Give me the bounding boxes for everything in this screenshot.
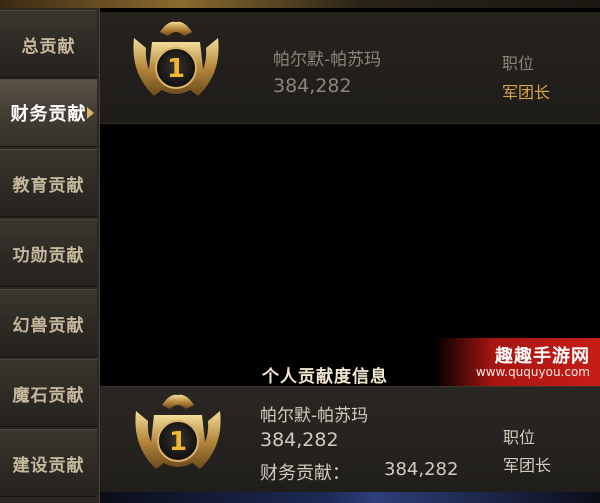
- tab-label: 财务贡献: [10, 104, 87, 125]
- ranking-row[interactable]: 1 帕尔默-帕苏玛 384,282 职位 军团长: [100, 12, 600, 124]
- position-value: 军团长: [503, 456, 552, 475]
- position-value: 军团长: [502, 83, 551, 102]
- tab-label: 功勋贡献: [12, 245, 85, 266]
- tab-label: 总贡献: [21, 36, 76, 57]
- finance-contribution-label: 财务贡献：: [260, 463, 350, 484]
- rank-number: 1: [169, 427, 187, 457]
- rank-badge-icon: 1: [135, 394, 221, 469]
- position-label: 职位: [503, 428, 536, 447]
- watermark-url: www.ququyou.com: [475, 365, 590, 379]
- player-name: 帕尔默-帕苏玛: [260, 406, 369, 426]
- tab-label: 建设贡献: [12, 455, 85, 476]
- tab-finance-contribution[interactable]: 财务贡献: [0, 79, 97, 147]
- player-score: 384,282: [260, 429, 339, 451]
- personal-contribution-title: 个人贡献度信息: [262, 367, 388, 387]
- tab-merit-contribution[interactable]: 功勋贡献: [0, 219, 97, 287]
- tab-education-contribution[interactable]: 教育贡献: [0, 149, 97, 217]
- active-arrow-icon: [87, 107, 94, 119]
- player-name: 帕尔默-帕苏玛: [273, 50, 382, 70]
- finance-contribution-value: 384,282: [384, 459, 459, 480]
- rank-number: 1: [167, 54, 185, 84]
- site-watermark: 趣趣手游网 www.ququyou.com: [434, 338, 600, 386]
- top-decor-strip: [0, 0, 600, 8]
- tab-magicstone-contribution[interactable]: 魔石贡献: [0, 359, 97, 427]
- position-label: 职位: [502, 54, 535, 73]
- player-score: 384,282: [273, 75, 352, 97]
- tab-label: 魔石贡献: [12, 385, 85, 406]
- tab-construction-contribution[interactable]: 建设贡献: [0, 429, 97, 497]
- tab-label: 教育贡献: [12, 175, 85, 196]
- tab-label: 幻兽贡献: [12, 315, 85, 336]
- tab-total-contribution[interactable]: 总贡献: [0, 10, 97, 78]
- bottom-decor-strip: [100, 492, 600, 503]
- tab-beast-contribution[interactable]: 幻兽贡献: [0, 289, 97, 357]
- rank-badge-icon: 1: [133, 21, 219, 96]
- personal-contribution-row: 1 帕尔默-帕苏玛 384,282 财务贡献： 384,282 职位 军团长: [100, 386, 600, 493]
